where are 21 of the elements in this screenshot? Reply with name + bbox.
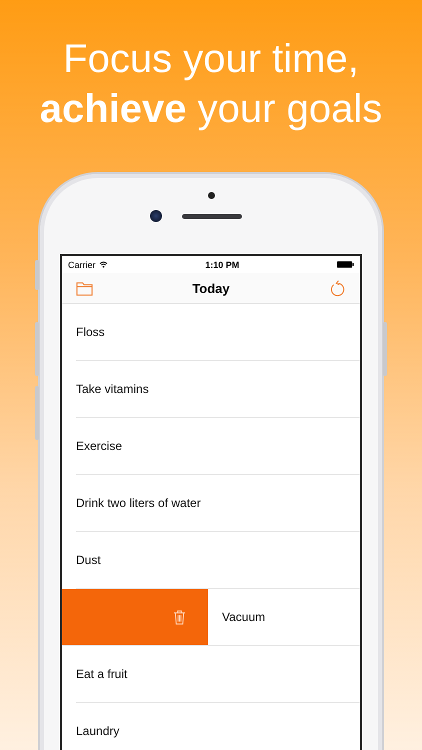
task-title[interactable]: Floss <box>76 325 105 339</box>
carrier-label: Carrier <box>68 260 96 270</box>
status-time: 1:10 PM <box>205 260 240 270</box>
headline: Focus your time, <box>63 36 359 83</box>
task-title[interactable]: Take vitamins <box>76 382 149 396</box>
task-title[interactable]: Dust <box>76 553 101 567</box>
battery-icon <box>337 261 354 268</box>
speaker-grille <box>182 214 242 218</box>
headline: achieve your goals <box>40 86 382 133</box>
task-title[interactable]: Drink two liters of water <box>76 496 201 510</box>
task-title[interactable]: Laundry <box>76 724 120 738</box>
task-title[interactable]: Eat a fruit <box>76 667 128 681</box>
sensor-dot <box>208 192 214 199</box>
task-title[interactable]: Exercise <box>76 439 122 453</box>
trash-icon <box>173 610 186 624</box>
task-title[interactable]: Vacuum <box>222 610 266 624</box>
nav-title: Today <box>192 280 230 296</box>
camera-lens <box>150 210 162 222</box>
wifi-icon <box>98 261 108 268</box>
refresh-icon[interactable] <box>328 280 346 296</box>
folder-icon[interactable] <box>76 280 93 296</box>
